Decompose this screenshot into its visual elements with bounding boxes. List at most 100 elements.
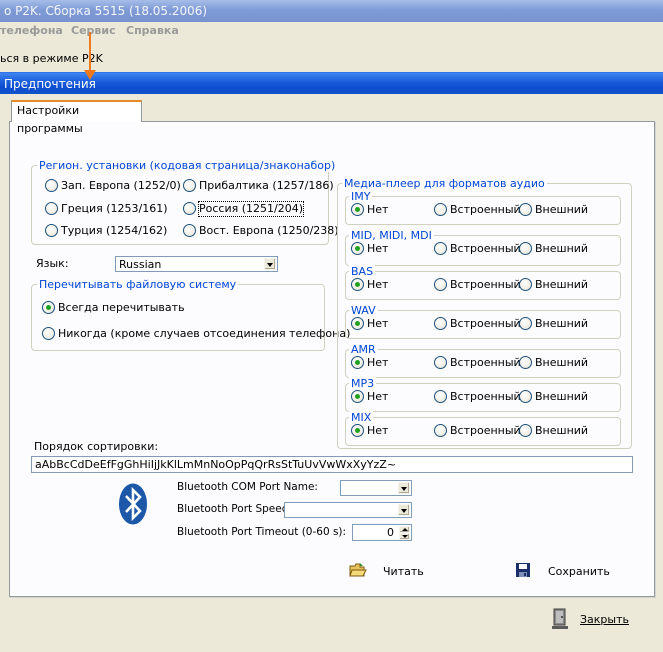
save-button[interactable]: Сохранить	[515, 562, 615, 580]
media-choice-radio[interactable]	[519, 356, 532, 369]
media-format-name: AMR	[349, 343, 378, 356]
tab-program-settings[interactable]: Настройки программы	[11, 100, 142, 135]
media-choice-label: Внешний	[535, 242, 589, 255]
media-choice-radio[interactable]	[434, 242, 447, 255]
media-choice-label: Встроенный	[450, 278, 521, 291]
language-combo[interactable]: Russian	[115, 256, 278, 272]
media-choice-radio[interactable]	[351, 390, 364, 403]
bt-timeout-spinner[interactable]: 0	[352, 524, 412, 541]
media-choice-radio[interactable]	[434, 390, 447, 403]
bt-speed-label: Bluetooth Port Speed:	[177, 503, 292, 515]
media-choice-radio[interactable]	[519, 317, 532, 330]
radio-always-rescan-label: Всегда перечитывать	[58, 301, 185, 314]
media-choice-radio[interactable]	[351, 278, 364, 291]
media-choice-label: Встроенный	[450, 203, 521, 216]
close-button-label: Закрыть	[580, 613, 629, 626]
media-choice-radio[interactable]	[351, 424, 364, 437]
menu-service[interactable]: Сервис	[71, 24, 116, 37]
bt-speed-combo[interactable]	[284, 502, 412, 518]
sort-order-label: Порядок сортировки:	[34, 440, 159, 453]
media-choice-label: Нет	[367, 242, 389, 255]
close-button[interactable]: Закрыть	[551, 608, 641, 630]
radio-russia[interactable]	[183, 202, 196, 215]
media-choice-label: Нет	[367, 356, 389, 369]
media-choice-label: Внешний	[535, 390, 589, 403]
media-choice-radio[interactable]	[351, 317, 364, 330]
media-choice-label: Нет	[367, 278, 389, 291]
radio-turkey[interactable]	[45, 224, 58, 237]
menu-phone[interactable]: телефона	[0, 24, 63, 37]
media-choice-label: Встроенный	[450, 424, 521, 437]
media-choice-label: Нет	[367, 390, 389, 403]
annotation-arrow	[89, 32, 91, 72]
media-choice-label: Внешний	[535, 317, 589, 330]
chevron-down-icon[interactable]	[264, 258, 276, 270]
radio-west-europe-label: Зап. Европа (1252/0)	[61, 179, 181, 192]
radio-baltic-label: Прибалтика (1257/186)	[199, 179, 334, 192]
rescan-group-caption: Перечитывать файловую систему	[37, 278, 239, 291]
media-choice-radio[interactable]	[434, 203, 447, 216]
media-choice-label: Нет	[367, 424, 389, 437]
spin-up-icon[interactable]	[399, 526, 410, 533]
media-choice-radio[interactable]	[351, 203, 364, 216]
radio-west-europe[interactable]	[45, 179, 58, 192]
app-status-text: ься в режиме P2K	[0, 52, 103, 65]
radio-east-europe[interactable]	[183, 224, 196, 237]
media-choice-radio[interactable]	[434, 317, 447, 330]
media-choice-label: Встроенный	[450, 390, 521, 403]
media-choice-label: Встроенный	[450, 242, 521, 255]
media-format-name: MID, MIDI, MDI	[349, 229, 434, 242]
media-choice-radio[interactable]	[434, 356, 447, 369]
door-exit-icon	[551, 608, 569, 633]
media-choice-label: Встроенный	[450, 317, 521, 330]
chevron-down-icon[interactable]	[398, 504, 410, 516]
bt-timeout-label: Bluetooth Port Timeout (0-60 s):	[177, 526, 347, 538]
media-choice-radio[interactable]	[519, 424, 532, 437]
media-choice-radio[interactable]	[519, 278, 532, 291]
radio-russia-label: Россия (1251/204)	[197, 201, 305, 217]
open-folder-icon	[349, 562, 367, 581]
app-window-title: о P2K. Сборка 5515 (18.05.2006)	[0, 0, 663, 22]
media-format-name: MIX	[349, 411, 374, 424]
media-format-name: BAS	[349, 265, 376, 278]
bt-com-port-label: Bluetooth COM Port Name:	[177, 481, 318, 493]
media-group-caption: Медиа-плеер для форматов аудио	[342, 177, 547, 190]
floppy-disk-icon	[515, 562, 531, 581]
radio-greece[interactable]	[45, 202, 58, 215]
bt-com-port-combo[interactable]	[340, 480, 412, 496]
radio-never-rescan-label: Никогда (кроме случаев отсоединения теле…	[58, 327, 351, 340]
media-format-name: MP3	[349, 377, 377, 390]
sort-order-input[interactable]: aAbBcCdDeEfFgGhHiIjJkKlLmMnNoOpPqQrRsStT…	[31, 456, 633, 473]
bt-timeout-value: 0	[387, 526, 394, 539]
save-button-label: Сохранить	[548, 565, 610, 578]
radio-baltic[interactable]	[183, 179, 196, 192]
radio-always-rescan[interactable]	[42, 301, 55, 314]
read-button-label: Читать	[383, 565, 424, 578]
language-combo-value: Russian	[119, 258, 162, 271]
annotation-arrow-head	[84, 70, 96, 80]
media-choice-label: Внешний	[535, 424, 589, 437]
read-button[interactable]: Читать	[349, 562, 429, 580]
dialog-title: Предпочтения	[0, 72, 663, 94]
language-label: Язык:	[36, 257, 69, 270]
spin-down-icon[interactable]	[399, 533, 410, 540]
menu-help[interactable]: Справка	[126, 24, 179, 37]
media-choice-radio[interactable]	[351, 356, 364, 369]
radio-turkey-label: Турция (1254/162)	[61, 224, 168, 237]
radio-never-rescan[interactable]	[42, 327, 55, 340]
media-choice-radio[interactable]	[351, 242, 364, 255]
media-choice-label: Встроенный	[450, 356, 521, 369]
media-format-name: WAV	[349, 304, 378, 317]
media-choice-radio[interactable]	[434, 424, 447, 437]
media-choice-label: Внешний	[535, 203, 589, 216]
radio-east-europe-label: Вост. Европа (1250/238)	[199, 224, 339, 237]
media-choice-radio[interactable]	[434, 278, 447, 291]
media-choice-label: Нет	[367, 317, 389, 330]
media-choice-radio[interactable]	[519, 242, 532, 255]
media-choice-label: Внешний	[535, 356, 589, 369]
chevron-down-icon[interactable]	[398, 482, 410, 494]
media-choice-radio[interactable]	[519, 203, 532, 216]
radio-greece-label: Греция (1253/161)	[61, 202, 168, 215]
media-format-name: IMY	[349, 190, 373, 203]
media-choice-radio[interactable]	[519, 390, 532, 403]
